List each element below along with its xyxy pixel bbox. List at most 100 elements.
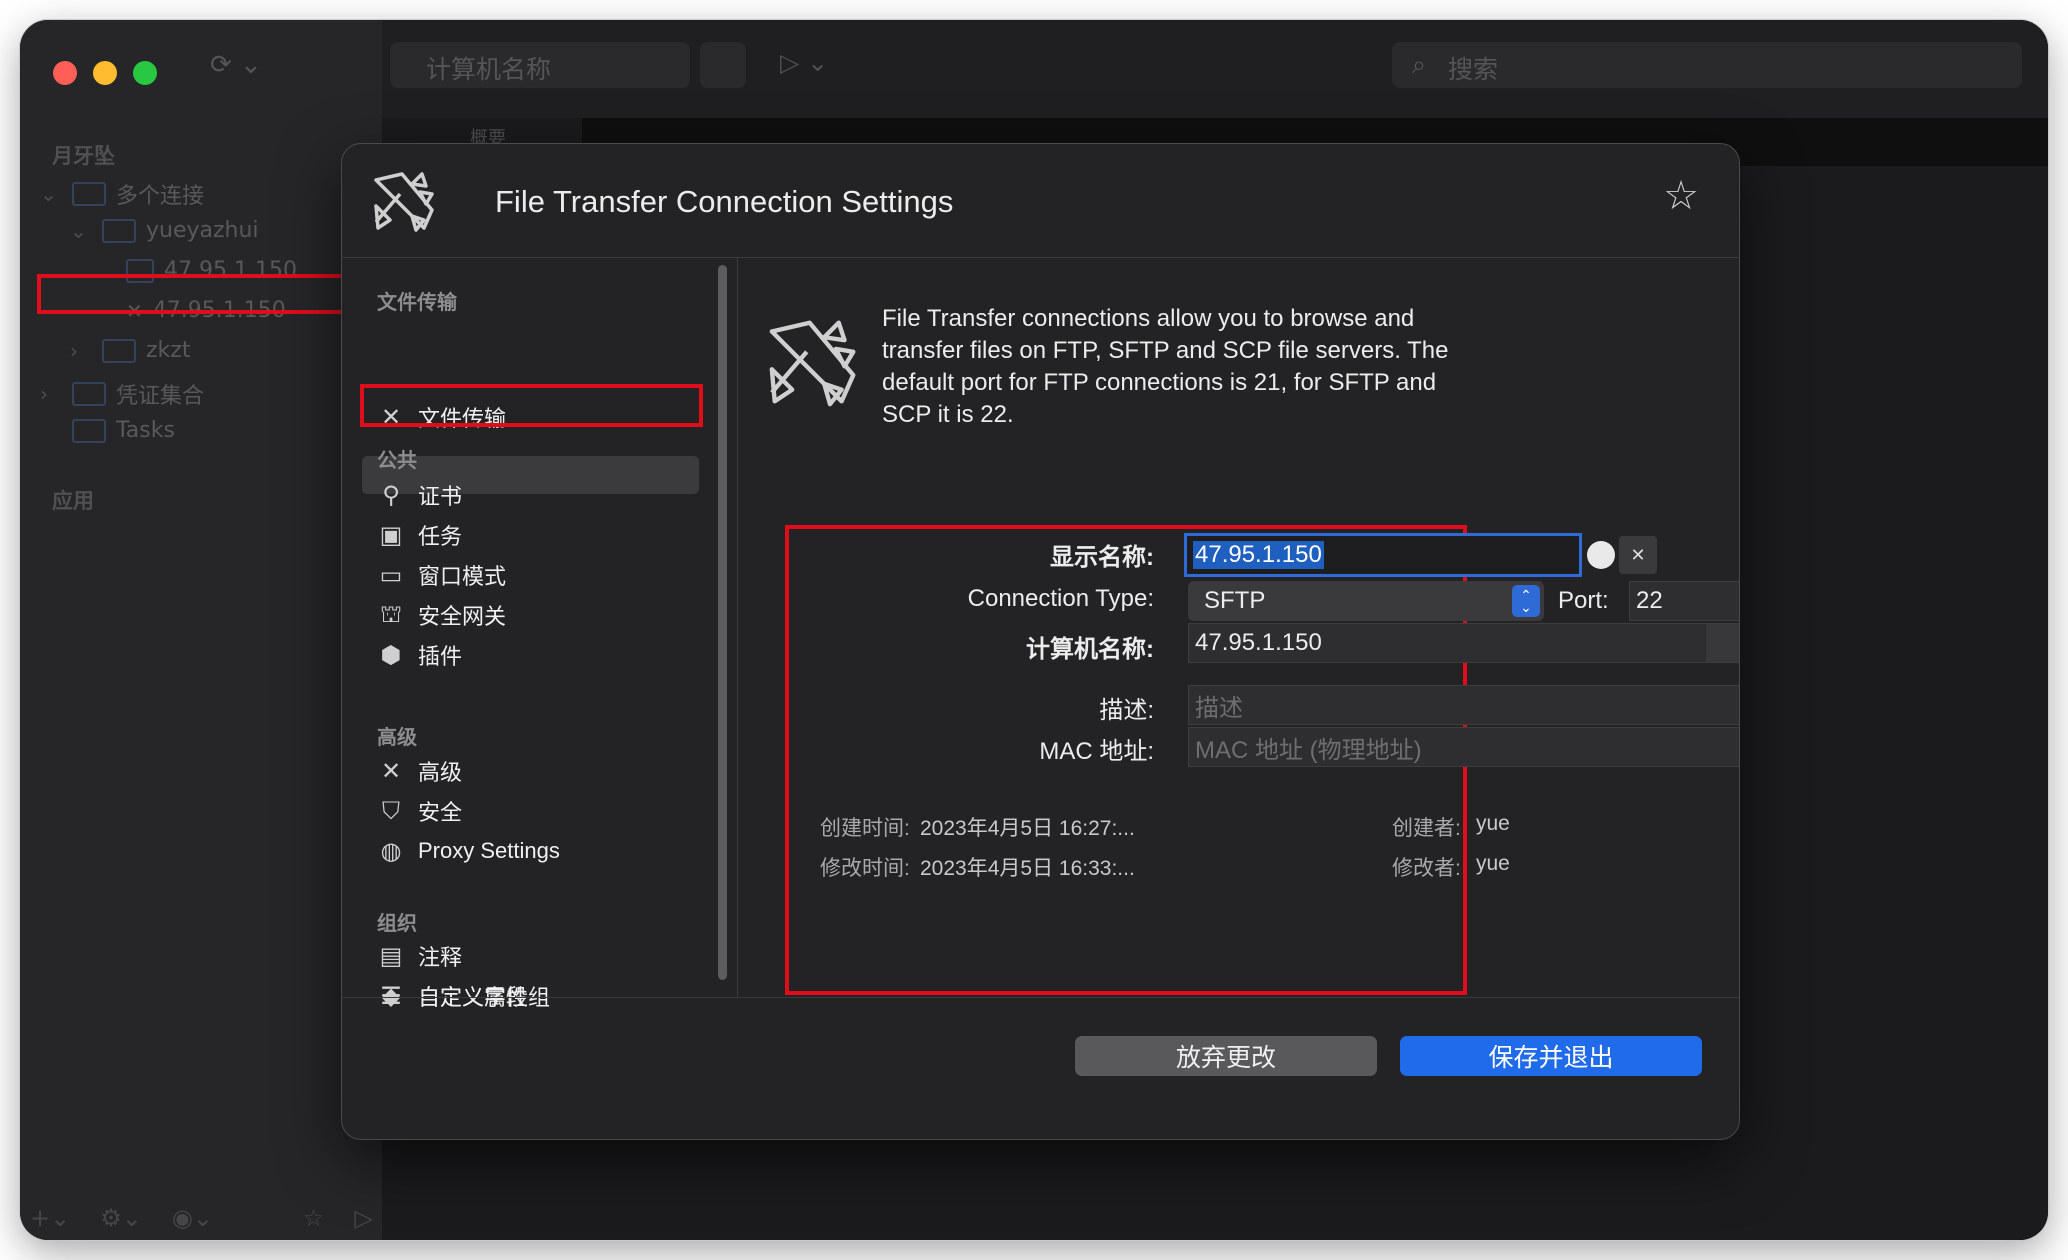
nav-item-label: 证书 [418,484,463,509]
modified-time-label: 修改时间: [820,857,910,880]
dialog-header: File Transfer Connection Settings ☆ [342,144,1739,258]
folder-icon [72,382,106,406]
folder-icon [72,418,106,443]
nav-item-label: 窗口模式 [418,564,507,589]
nav-item-tasks[interactable]: ▣ 任务 [376,517,462,553]
computer-name-input[interactable]: 47.95.1.150 [1188,623,1739,663]
close-window-button[interactable] [53,61,77,85]
mac-address-input[interactable]: MAC 地址 (物理地址) [1188,727,1739,767]
apps-section-title: 应用 [52,489,94,513]
globe-icon: ◍ [380,837,402,865]
nav-item-proxy-settings[interactable]: ◍ Proxy Settings [376,833,560,869]
selected-item-highlight [37,274,349,314]
app-window: ⟳ ⌄ 月牙坠 ⌄ 多个连接 ⌄ yueyazhui 47.95.1.150 ✕… [20,20,2048,1240]
nav-item-certificate[interactable]: ⚲ 证书 [376,477,462,513]
display-name-input[interactable]: 47.95.1.150 [1184,533,1582,577]
creator-label: 创建者: [1392,817,1461,840]
display-name-value: 47.95.1.150 [1193,541,1324,569]
discard-changes-button[interactable]: 放弃更改 [1075,1036,1377,1076]
nav-item-label: 注释 [418,945,463,970]
nav-scrollbar[interactable] [718,265,727,980]
nav-group-advanced: 高级 [377,725,417,749]
tree-item-label: 凭证集合 [116,384,205,409]
gear-icon[interactable]: ⚙⌄ [100,1204,142,1232]
window-icon: ▭ [379,561,403,589]
nav-item-label: 安全网关 [418,604,507,629]
tasks-icon: ▣ [379,521,403,549]
port-label: Port: [1558,587,1609,614]
connection-type-label: Connection Type: [967,585,1154,612]
nav-item-notes[interactable]: ▤ 注释 [376,938,462,974]
nav-item-label: Proxy Settings [418,838,560,863]
sidebar-tree-item[interactable]: › 凭证集合 [40,378,204,410]
document-icon: ▤ [379,942,403,970]
shield-icon: ⛉ [382,797,400,825]
chevron-down-icon[interactable] [700,42,746,88]
add-icon[interactable]: +⌄ [30,1204,70,1232]
nav-group-file-transfer: 文件传输 [377,290,457,314]
connection-type-select[interactable]: SFTP ⌃ ⌄ [1188,581,1544,621]
search-icon: ⌕ [1412,50,1427,79]
sidebar-section-title: 月牙坠 [52,144,115,168]
refresh-menu-icon[interactable]: ⟳ ⌄ [210,50,262,80]
dialog-title: File Transfer Connection Settings [495,184,954,219]
connection-description: File Transfer connections allow you to b… [882,305,1449,428]
sidebar-tree-item[interactable]: › zkzt [70,338,190,363]
nav-group-organize: 组织 [377,911,417,935]
folder-icon [72,182,106,206]
sidebar-tree-item[interactable]: ⌄ 多个连接 [40,178,204,210]
zoom-window-button[interactable] [133,61,157,85]
folder-icon [102,338,136,363]
tree-item-label: 多个连接 [116,184,205,209]
star-icon[interactable]: ☆ [1663,176,1699,216]
chevron-updown-icon: ⌃ ⌄ [1512,585,1540,617]
play-menu-icon[interactable]: ▷ ⌄ [780,48,828,77]
chevron-down-icon[interactable]: ⌄ [40,182,62,206]
modifier-label: 修改者: [1392,857,1461,880]
port-value: 22 [1636,587,1663,614]
tree-item-label: yueyazhui [146,218,259,243]
nav-item-label: 安全 [418,800,463,825]
file-transfer-icon [374,172,434,232]
connection-type-value: SFTP [1204,587,1266,614]
nav-item-label: 高级 [418,760,463,785]
port-input[interactable]: 22 [1629,581,1739,621]
gateway-icon: ⛫ [379,599,403,628]
settings-nav: 文件传输 ✕ 文件传输 公共 ⚲ 证书 ▣ 任务 ▭ 窗口模式 ⛫ 安全网关 ⬢… [342,257,738,1010]
tree-item-label: zkzt [146,338,191,363]
chevron-right-icon[interactable]: › [70,339,92,363]
computer-name-value: 47.95.1.150 [1195,629,1322,656]
description-placeholder: 描述 [1195,694,1243,722]
computer-name-picker-button[interactable] [1706,624,1739,662]
created-time-value: 2023年4月5日 16:27:... [920,817,1135,840]
modifier-value: yue [1476,852,1510,875]
connection-icon-button[interactable]: ✕ [1619,536,1657,574]
chevron-down-icon[interactable]: ⌄ [70,219,92,243]
dialog-footer: 放弃更改 保存并退出 [342,997,1739,1139]
sidebar: ⟳ ⌄ 月牙坠 ⌄ 多个连接 ⌄ yueyazhui 47.95.1.150 ✕… [20,20,382,1240]
sidebar-tree-item[interactable]: ⌄ yueyazhui [70,218,259,243]
computer-name-label: 计算机名称: [1026,636,1154,663]
sidebar-tree-item[interactable]: Tasks [72,418,175,443]
file-transfer-icon: ✕ [1630,544,1646,566]
star-icon[interactable]: ☆ [303,1204,325,1232]
play-icon[interactable]: ▷ [354,1204,372,1232]
display-name-label: 显示名称: [1050,544,1154,571]
color-picker-button[interactable] [1587,541,1615,569]
nav-item-secure-gateway[interactable]: ⛫ 安全网关 [376,597,506,633]
nav-selected-highlight [360,384,703,427]
minimize-window-button[interactable] [93,61,117,85]
nav-item-label: 插件 [418,644,463,669]
tools-icon: ✕ [380,757,402,785]
nav-item-advanced[interactable]: ✕ 高级 [376,753,462,789]
key-icon: ⚲ [382,481,400,509]
account-icon[interactable]: ◉⌄ [172,1204,213,1232]
sidebar-bottom-toolbar: +⌄ ⚙⌄ ◉⌄ ☆ ▷ [30,1204,373,1232]
nav-item-window-mode[interactable]: ▭ 窗口模式 [376,557,506,593]
nav-item-plugins[interactable]: ⬢ 插件 [376,637,463,673]
nav-item-security[interactable]: ⛉ 安全 [376,793,462,829]
description-input[interactable]: 描述 [1188,685,1739,725]
save-and-exit-button[interactable]: 保存并退出 [1400,1036,1702,1076]
chevron-right-icon[interactable]: › [40,382,62,406]
mac-address-label: MAC 地址: [1039,738,1154,765]
